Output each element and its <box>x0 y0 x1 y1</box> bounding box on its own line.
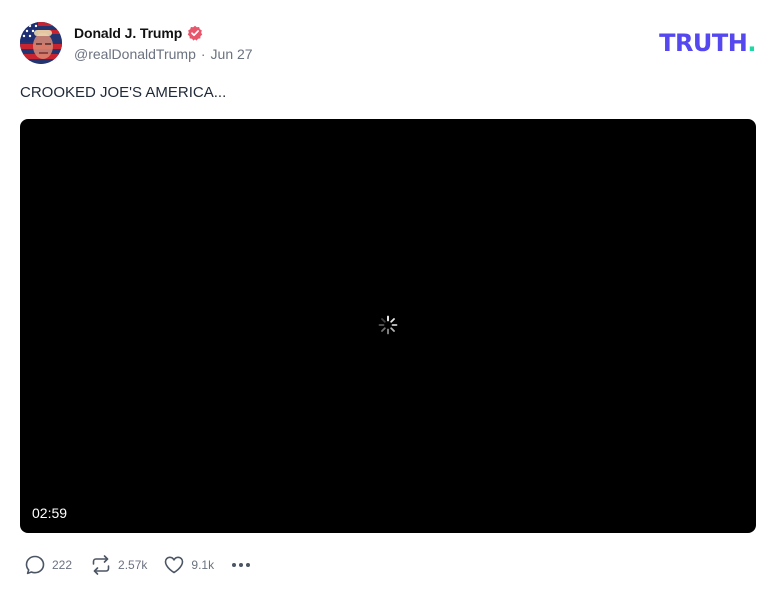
logo-dot: . <box>747 29 756 57</box>
truth-post-card: Donald J. Trump @realDonaldTrump · Jun 2… <box>0 0 777 596</box>
handle-row: @realDonaldTrump · Jun 27 <box>74 46 253 62</box>
name-row: Donald J. Trump <box>74 23 253 43</box>
heart-icon <box>163 554 185 576</box>
reply-icon <box>24 554 46 576</box>
flag-portrait-avatar-icon <box>20 22 62 64</box>
post-header: Donald J. Trump @realDonaldTrump · Jun 2… <box>20 22 253 64</box>
reply-count: 222 <box>52 558 73 572</box>
retruth-button[interactable]: 2.57k <box>90 554 147 576</box>
retruth-icon <box>90 554 112 576</box>
like-count: 9.1k <box>191 558 215 572</box>
truth-logo[interactable]: TRUTH. <box>659 31 756 55</box>
handle[interactable]: @realDonaldTrump <box>74 46 196 62</box>
meta-separator: · <box>200 46 206 62</box>
avatar[interactable] <box>20 22 62 64</box>
video-player[interactable]: 02:59 <box>20 119 756 533</box>
post-date[interactable]: Jun 27 <box>211 46 253 62</box>
retruth-count: 2.57k <box>118 558 148 572</box>
more-options-button[interactable] <box>230 554 252 576</box>
author-info: Donald J. Trump @realDonaldTrump · Jun 2… <box>74 23 253 62</box>
post-text: CROOKED JOE'S AMERICA... <box>20 84 227 101</box>
display-name[interactable]: Donald J. Trump <box>74 25 182 41</box>
video-duration: 02:59 <box>32 505 68 521</box>
loading-spinner-icon <box>378 315 398 335</box>
verified-badge-icon <box>187 25 203 41</box>
reply-button[interactable]: 222 <box>24 554 72 576</box>
logo-text: TRUTH <box>659 29 748 57</box>
more-dots-icon <box>230 554 252 576</box>
post-actions: 222 2.57k 9.1k <box>24 553 252 577</box>
like-button[interactable]: 9.1k <box>163 554 214 576</box>
